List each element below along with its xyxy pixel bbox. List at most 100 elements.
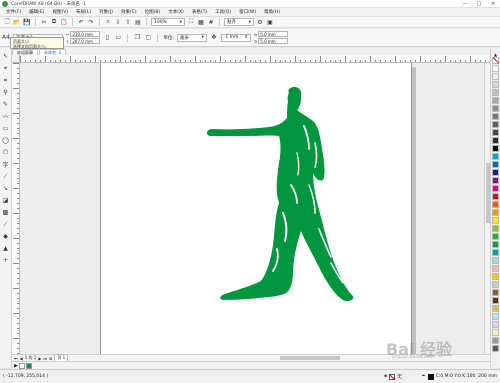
palette-swatch[interactable] bbox=[492, 289, 499, 296]
landscape-icon[interactable]: ▭ bbox=[114, 34, 122, 42]
menu-edit[interactable]: 编辑(E) bbox=[25, 9, 48, 15]
drop-shadow-icon[interactable]: ◪ bbox=[1, 196, 10, 205]
menu-help[interactable]: 帮助(H) bbox=[260, 9, 284, 15]
palette-swatch[interactable] bbox=[492, 345, 499, 352]
palette-swatch[interactable] bbox=[492, 97, 499, 104]
palette-swatch[interactable] bbox=[492, 217, 499, 224]
shape-tool-icon[interactable]: ⌖ bbox=[1, 64, 10, 73]
units-select[interactable]: 毫米 ▾ bbox=[176, 33, 207, 42]
palette-swatch[interactable] bbox=[492, 257, 499, 264]
snap-to-select[interactable]: 贴齐 ▾ bbox=[224, 18, 254, 26]
menu-table[interactable]: 表格(T) bbox=[188, 9, 211, 15]
connector-tool-icon[interactable]: ↘ bbox=[1, 184, 10, 193]
palette-swatch[interactable] bbox=[492, 337, 499, 344]
duplicate-y-field[interactable]: 5.0 mm bbox=[258, 38, 289, 44]
add-tool-icon[interactable]: + bbox=[1, 256, 10, 265]
next-page-icon[interactable]: ▶ bbox=[38, 356, 41, 361]
show-rulers-icon[interactable]: ▦ bbox=[197, 18, 205, 26]
palette-swatch[interactable] bbox=[492, 129, 499, 136]
palette-swatch[interactable] bbox=[492, 297, 499, 304]
menu-layout[interactable]: 布局(L) bbox=[72, 9, 95, 15]
portrait-icon[interactable]: ▯ bbox=[103, 34, 111, 42]
palette-swatch[interactable] bbox=[492, 65, 499, 72]
ruler-origin[interactable] bbox=[12, 55, 20, 63]
palette-swatch[interactable] bbox=[492, 177, 499, 184]
export-icon[interactable]: ⇧ bbox=[124, 18, 132, 26]
full-screen-icon[interactable]: ⛶ bbox=[187, 18, 195, 26]
duplicate-x-field[interactable]: 5.0 mm bbox=[258, 31, 289, 37]
pick-tool-icon[interactable]: ↖ bbox=[1, 52, 10, 61]
new-document-icon[interactable]: 🗋 bbox=[3, 18, 11, 26]
publish-pdf-icon[interactable]: ▤ bbox=[134, 18, 142, 26]
application-launcher-icon[interactable]: ▣ bbox=[266, 18, 274, 26]
close-button[interactable]: ✕ bbox=[486, 0, 500, 8]
text-tool-icon[interactable]: 字 bbox=[1, 160, 10, 169]
save-icon[interactable]: 💾 bbox=[23, 18, 31, 26]
palette-swatch[interactable] bbox=[492, 249, 499, 256]
crop-tool-icon[interactable]: ⌗ bbox=[1, 76, 10, 85]
page-height-field[interactable]: 297.0 mm bbox=[70, 38, 101, 44]
all-pages-icon[interactable]: ❐ bbox=[133, 34, 141, 42]
palette-swatch[interactable] bbox=[492, 169, 499, 176]
palette-swatch[interactable] bbox=[492, 73, 499, 80]
horizontal-ruler[interactable] bbox=[20, 55, 490, 63]
document-page[interactable] bbox=[100, 63, 412, 354]
rectangle-tool-icon[interactable]: ▭ bbox=[1, 124, 10, 133]
palette-swatch[interactable] bbox=[492, 321, 499, 328]
zoom-tool-icon[interactable]: ⚲ bbox=[1, 88, 10, 97]
palette-swatch[interactable] bbox=[492, 209, 499, 216]
first-page-icon[interactable]: ⏮ bbox=[14, 356, 18, 361]
palette-swatch[interactable] bbox=[492, 113, 499, 120]
undo-icon[interactable]: ↶ bbox=[77, 18, 85, 26]
palette-swatch[interactable] bbox=[492, 201, 499, 208]
add-page-icon[interactable]: ⊞ bbox=[49, 356, 52, 361]
palette-swatch[interactable] bbox=[492, 329, 499, 336]
palette-swatch[interactable] bbox=[492, 105, 499, 112]
doc-swatch-white[interactable] bbox=[18, 362, 25, 369]
palette-swatch[interactable] bbox=[492, 241, 499, 248]
menu-bitmaps[interactable]: 位图(B) bbox=[141, 9, 165, 15]
palette-swatch[interactable] bbox=[492, 305, 499, 312]
minimize-button[interactable]: — bbox=[458, 0, 472, 8]
prev-page-icon[interactable]: ◀ bbox=[20, 356, 23, 361]
palette-swatch[interactable] bbox=[492, 193, 499, 200]
palette-swatch[interactable] bbox=[492, 137, 499, 144]
menu-text[interactable]: 文本(X) bbox=[164, 9, 188, 15]
options-gear-icon[interactable]: ⚙ bbox=[256, 18, 264, 26]
menu-effects[interactable]: 效果(C) bbox=[117, 9, 141, 15]
current-page-icon[interactable]: ▢ bbox=[144, 34, 152, 42]
menu-file[interactable]: 文件(F) bbox=[2, 9, 25, 15]
palette-swatch[interactable] bbox=[492, 233, 499, 240]
freehand-tool-icon[interactable]: ✎ bbox=[1, 100, 10, 109]
palette-swatch[interactable] bbox=[492, 225, 499, 232]
palette-swatch[interactable] bbox=[492, 265, 499, 272]
palette-swatch[interactable] bbox=[492, 153, 499, 160]
parallel-dimension-icon[interactable]: ⟋ bbox=[1, 172, 10, 181]
palette-swatch[interactable] bbox=[492, 161, 499, 168]
import-icon[interactable]: ⇩ bbox=[114, 18, 122, 26]
no-color-swatch[interactable] bbox=[492, 57, 500, 64]
menu-tools[interactable]: 工具(O) bbox=[211, 9, 235, 15]
drawing-canvas[interactable] bbox=[20, 63, 490, 354]
palette-swatch[interactable] bbox=[492, 145, 499, 152]
show-grid-icon[interactable]: # bbox=[207, 18, 215, 26]
palette-swatch[interactable] bbox=[492, 185, 499, 192]
page-preset-icon[interactable]: A4 bbox=[2, 34, 10, 42]
palette-swatch[interactable] bbox=[492, 121, 499, 128]
open-folder-icon[interactable]: 📂 bbox=[13, 18, 21, 26]
redo-icon[interactable]: ↷ bbox=[87, 18, 95, 26]
zoom-level-select[interactable]: 100% ▾ bbox=[151, 18, 185, 26]
menu-view[interactable]: 视图(V) bbox=[48, 9, 72, 15]
ellipse-tool-icon[interactable]: ◯ bbox=[1, 136, 10, 145]
palette-swatch[interactable] bbox=[492, 281, 499, 288]
copy-icon[interactable]: ⧉ bbox=[50, 18, 58, 26]
smart-fill-icon[interactable]: ▲ bbox=[1, 244, 10, 253]
palette-swatch[interactable] bbox=[492, 273, 499, 280]
nudge-distance-field[interactable]: .1 mm ⇕ bbox=[220, 33, 251, 42]
no-fill-swatch[interactable] bbox=[389, 373, 396, 380]
eyedropper-icon[interactable]: ⟋ bbox=[1, 220, 10, 229]
artistic-media-icon[interactable]: 〰 bbox=[1, 112, 10, 121]
last-page-icon[interactable]: ⏭ bbox=[43, 356, 47, 361]
polygon-tool-icon[interactable]: ⬠ bbox=[1, 148, 10, 157]
palette-swatch[interactable] bbox=[492, 313, 499, 320]
